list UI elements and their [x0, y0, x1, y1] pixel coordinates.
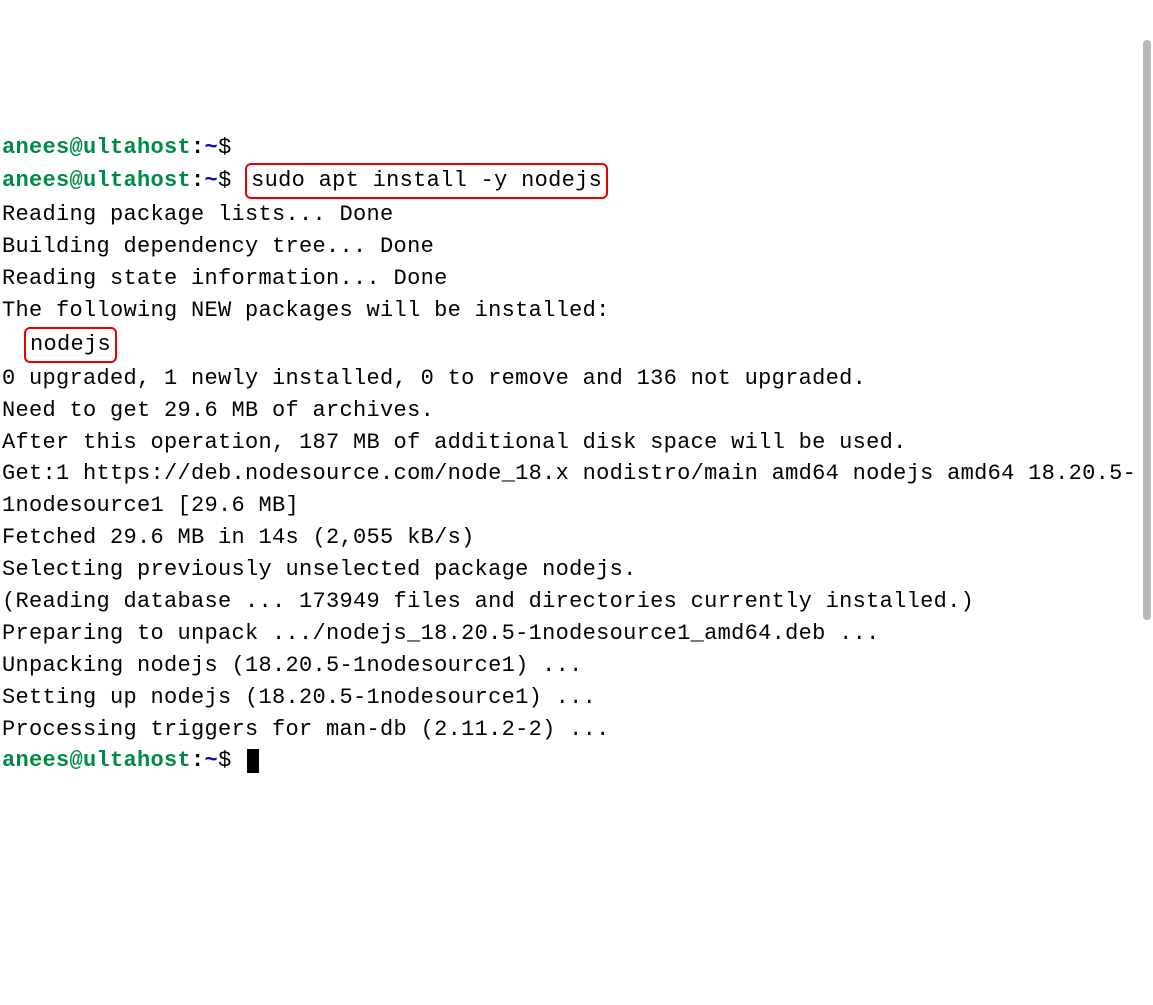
prompt-user-host: anees@ultahost	[2, 135, 191, 160]
output-line: Selecting previously unselected package …	[2, 554, 1153, 586]
prompt-dollar: $	[218, 168, 232, 193]
output-line: Fetched 29.6 MB in 14s (2,055 kB/s)	[2, 522, 1153, 554]
prompt-line-command: anees@ultahost:~$ sudo apt install -y no…	[2, 163, 1153, 199]
output-line: Preparing to unpack .../nodejs_18.20.5-1…	[2, 618, 1153, 650]
prompt-dollar: $	[218, 135, 232, 160]
output-line: After this operation, 187 MB of addition…	[2, 427, 1153, 459]
prompt-user-host: anees@ultahost	[2, 748, 191, 773]
prompt-user-host: anees@ultahost	[2, 168, 191, 193]
prompt-dollar: $	[218, 748, 232, 773]
output-line: Reading state information... Done	[2, 263, 1153, 295]
scrollbar[interactable]	[1143, 40, 1151, 620]
package-highlight: nodejs	[24, 327, 117, 363]
prompt-colon: :	[191, 168, 205, 193]
prompt-path: ~	[205, 168, 219, 193]
command-highlight: sudo apt install -y nodejs	[245, 163, 608, 199]
prompt-line-empty: anees@ultahost:~$	[2, 132, 1153, 164]
output-line: Unpacking nodejs (18.20.5-1nodesource1) …	[2, 650, 1153, 682]
prompt-line-cursor: anees@ultahost:~$	[2, 745, 1153, 777]
package-line: nodejs	[2, 327, 1153, 363]
output-line: Building dependency tree... Done	[2, 231, 1153, 263]
output-line: Reading package lists... Done	[2, 199, 1153, 231]
output-line: The following NEW packages will be insta…	[2, 295, 1153, 327]
package-name: nodejs	[30, 332, 111, 357]
output-line: Setting up nodejs (18.20.5-1nodesource1)…	[2, 682, 1153, 714]
terminal-output[interactable]: anees@ultahost:~$anees@ultahost:~$ sudo …	[2, 132, 1153, 778]
command-text: sudo apt install -y nodejs	[251, 168, 602, 193]
prompt-path: ~	[205, 748, 219, 773]
prompt-colon: :	[191, 748, 205, 773]
prompt-path: ~	[205, 135, 219, 160]
prompt-colon: :	[191, 135, 205, 160]
output-line: Get:1 https://deb.nodesource.com/node_18…	[2, 458, 1153, 522]
cursor-icon	[247, 749, 259, 773]
output-line: Need to get 29.6 MB of archives.	[2, 395, 1153, 427]
output-line: 0 upgraded, 1 newly installed, 0 to remo…	[2, 363, 1153, 395]
output-line: Processing triggers for man-db (2.11.2-2…	[2, 714, 1153, 746]
output-line: (Reading database ... 173949 files and d…	[2, 586, 1153, 618]
